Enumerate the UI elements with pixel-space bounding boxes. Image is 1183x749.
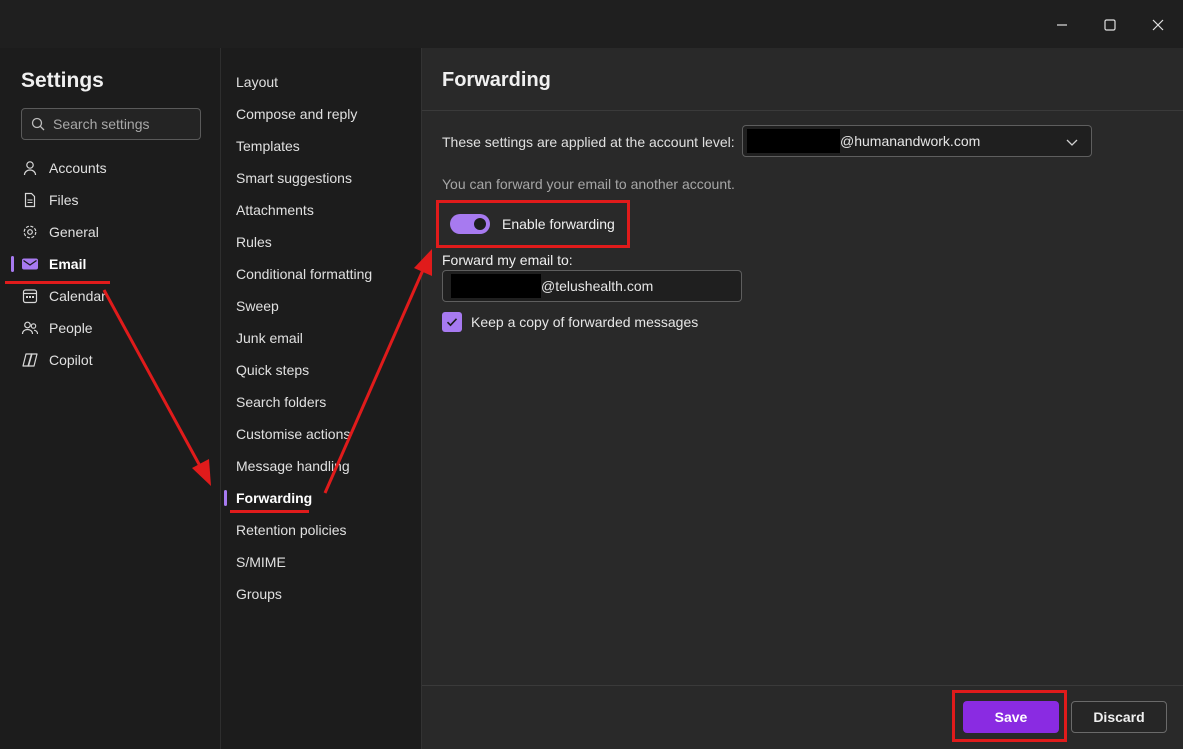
sidebar-item-files[interactable]: Files <box>0 185 220 215</box>
forwarding-panel: Forwarding These settings are applied at… <box>421 48 1183 749</box>
gear-icon <box>21 223 39 241</box>
sidebar-item-general[interactable]: General <box>0 217 220 247</box>
forward-domain: @telushealth.com <box>541 278 654 294</box>
forward-info-text: You can forward your email to another ac… <box>442 176 735 192</box>
menu-item-search-folders[interactable]: Search folders <box>236 389 326 415</box>
footer-divider <box>422 685 1183 686</box>
account-dropdown[interactable]: @humanandwork.com <box>742 125 1092 157</box>
redacted-block <box>747 129 840 153</box>
forward-email-input[interactable]: @telushealth.com <box>442 270 742 302</box>
enable-forwarding-toggle[interactable]: Enable forwarding <box>450 214 615 234</box>
menu-item-smart-suggestions[interactable]: Smart suggestions <box>236 165 352 191</box>
search-icon <box>31 117 45 131</box>
person-icon <box>21 159 39 177</box>
toggle-switch[interactable] <box>450 214 490 234</box>
menu-item-forwarding[interactable]: Forwarding <box>236 485 312 511</box>
menu-item-sweep[interactable]: Sweep <box>236 293 279 319</box>
chevron-down-icon <box>1066 139 1078 146</box>
settings-sidebar: Settings Search settings Accounts Files … <box>0 48 220 749</box>
menu-item-compose-and-reply[interactable]: Compose and reply <box>236 101 357 127</box>
search-placeholder: Search settings <box>53 116 150 132</box>
toggle-knob <box>474 218 486 230</box>
sidebar-item-label: People <box>49 320 93 336</box>
sidebar-item-label: Accounts <box>49 160 107 176</box>
menu-item-attachments[interactable]: Attachments <box>236 197 314 223</box>
mail-icon <box>21 255 39 273</box>
file-icon <box>21 191 39 209</box>
calendar-icon <box>21 287 39 305</box>
sidebar-item-label: Calendar <box>49 288 106 304</box>
menu-item-quick-steps[interactable]: Quick steps <box>236 357 309 383</box>
search-settings-input[interactable]: Search settings <box>21 108 201 140</box>
sidebar-item-accounts[interactable]: Accounts <box>0 153 220 183</box>
title-bar <box>0 0 1183 48</box>
menu-item-rules[interactable]: Rules <box>236 229 272 255</box>
checkmark-icon <box>446 318 458 327</box>
minimize-icon <box>1057 24 1067 26</box>
keep-copy-label: Keep a copy of forwarded messages <box>471 314 699 330</box>
maximize-icon <box>1104 19 1116 31</box>
toggle-label: Enable forwarding <box>502 216 615 232</box>
menu-item-customise-actions[interactable]: Customise actions <box>236 421 350 447</box>
menu-item-layout[interactable]: Layout <box>236 69 278 95</box>
menu-item-groups[interactable]: Groups <box>236 581 282 607</box>
page-title: Forwarding <box>442 69 551 91</box>
active-indicator <box>224 490 227 506</box>
minimize-button[interactable] <box>1047 10 1077 40</box>
forward-to-label: Forward my email to: <box>442 252 573 268</box>
menu-item-smime[interactable]: S/MIME <box>236 549 286 575</box>
people-icon <box>21 319 39 337</box>
maximize-button[interactable] <box>1095 10 1125 40</box>
sidebar-item-label: Files <box>49 192 79 208</box>
sidebar-item-label: Email <box>49 256 87 272</box>
discard-button[interactable]: Discard <box>1071 701 1167 733</box>
account-level-label: These settings are applied at the accoun… <box>442 134 735 150</box>
redacted-block <box>451 274 541 298</box>
menu-item-junk-email[interactable]: Junk email <box>236 325 303 351</box>
keep-copy-option[interactable]: Keep a copy of forwarded messages <box>442 312 698 332</box>
header-divider <box>422 110 1183 111</box>
copilot-icon <box>21 351 39 369</box>
menu-item-retention-policies[interactable]: Retention policies <box>236 517 347 543</box>
menu-item-templates[interactable]: Templates <box>236 133 300 159</box>
save-button[interactable]: Save <box>963 701 1059 733</box>
sidebar-item-people[interactable]: People <box>0 313 220 343</box>
close-icon <box>1152 19 1164 31</box>
sidebar-item-email[interactable]: Email <box>0 249 220 279</box>
settings-title: Settings <box>21 69 104 92</box>
sidebar-item-copilot[interactable]: Copilot <box>0 345 220 375</box>
sidebar-item-calendar[interactable]: Calendar <box>0 281 220 311</box>
sidebar-item-label: General <box>49 224 99 240</box>
close-button[interactable] <box>1143 10 1173 40</box>
account-domain: @humanandwork.com <box>840 133 981 149</box>
email-settings-menu: Layout Compose and reply Templates Smart… <box>220 48 421 749</box>
sidebar-item-label: Copilot <box>49 352 93 368</box>
keep-copy-checkbox[interactable] <box>442 312 462 332</box>
menu-item-message-handling[interactable]: Message handling <box>236 453 350 479</box>
menu-item-conditional-formatting[interactable]: Conditional formatting <box>236 261 372 287</box>
